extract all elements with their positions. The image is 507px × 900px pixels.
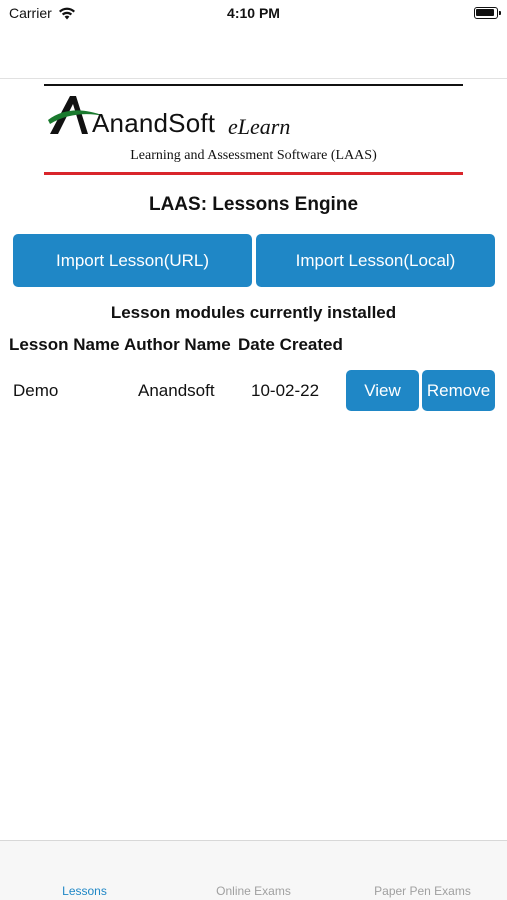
column-header-author-name: Author Name [124, 335, 231, 354]
table-row: Demo Anandsoft 10-02-22 View Remove [0, 369, 507, 413]
installed-modules-heading: Lesson modules currently installed [110, 303, 397, 322]
logo-tagline: Learning and Assessment Software (LAAS) [130, 148, 377, 163]
tab-lessons[interactable]: Lessons [0, 884, 169, 898]
column-header-date-created: Date Created [238, 335, 343, 354]
battery-icon [474, 7, 501, 19]
import-lesson-local-button[interactable]: Import Lesson(Local) [256, 234, 495, 287]
tab-paper-pen-exams[interactable]: Paper Pen Exams [338, 884, 507, 898]
logo-bottom-rule [44, 172, 463, 175]
remove-lesson-button[interactable]: Remove [422, 370, 495, 411]
navigation-bar [0, 28, 507, 79]
app-logo: AnandSoft eLearn Learning and Assessment… [44, 84, 463, 176]
page-title: LAAS: Lessons Engine [148, 194, 359, 215]
logo-product-text: eLearn [228, 114, 291, 139]
cell-lesson-name: Demo [13, 381, 59, 400]
cell-author-name: Anandsoft [138, 381, 215, 400]
lessons-table-header: Lesson Name Author Name Date Created [0, 335, 507, 357]
tab-online-exams[interactable]: Online Exams [169, 884, 338, 898]
tab-bar: Lessons Online Exams Paper Pen Exams [0, 840, 507, 900]
logo-top-rule [44, 84, 463, 86]
status-time: 4:10 PM [227, 5, 280, 21]
logo-brand: AnandSoft [92, 108, 216, 138]
view-lesson-button[interactable]: View [346, 370, 419, 411]
status-bar: Carrier 4:10 PM [0, 0, 507, 28]
cell-date-created: 10-02-22 [251, 381, 320, 400]
import-lesson-url-button[interactable]: Import Lesson(URL) [13, 234, 252, 287]
app-screen: Carrier 4:10 PM AnandSoft eLearn Learnin… [0, 0, 507, 900]
logo-brand-text: AnandSoft [92, 108, 215, 139]
column-header-lesson-name: Lesson Name [9, 335, 120, 354]
